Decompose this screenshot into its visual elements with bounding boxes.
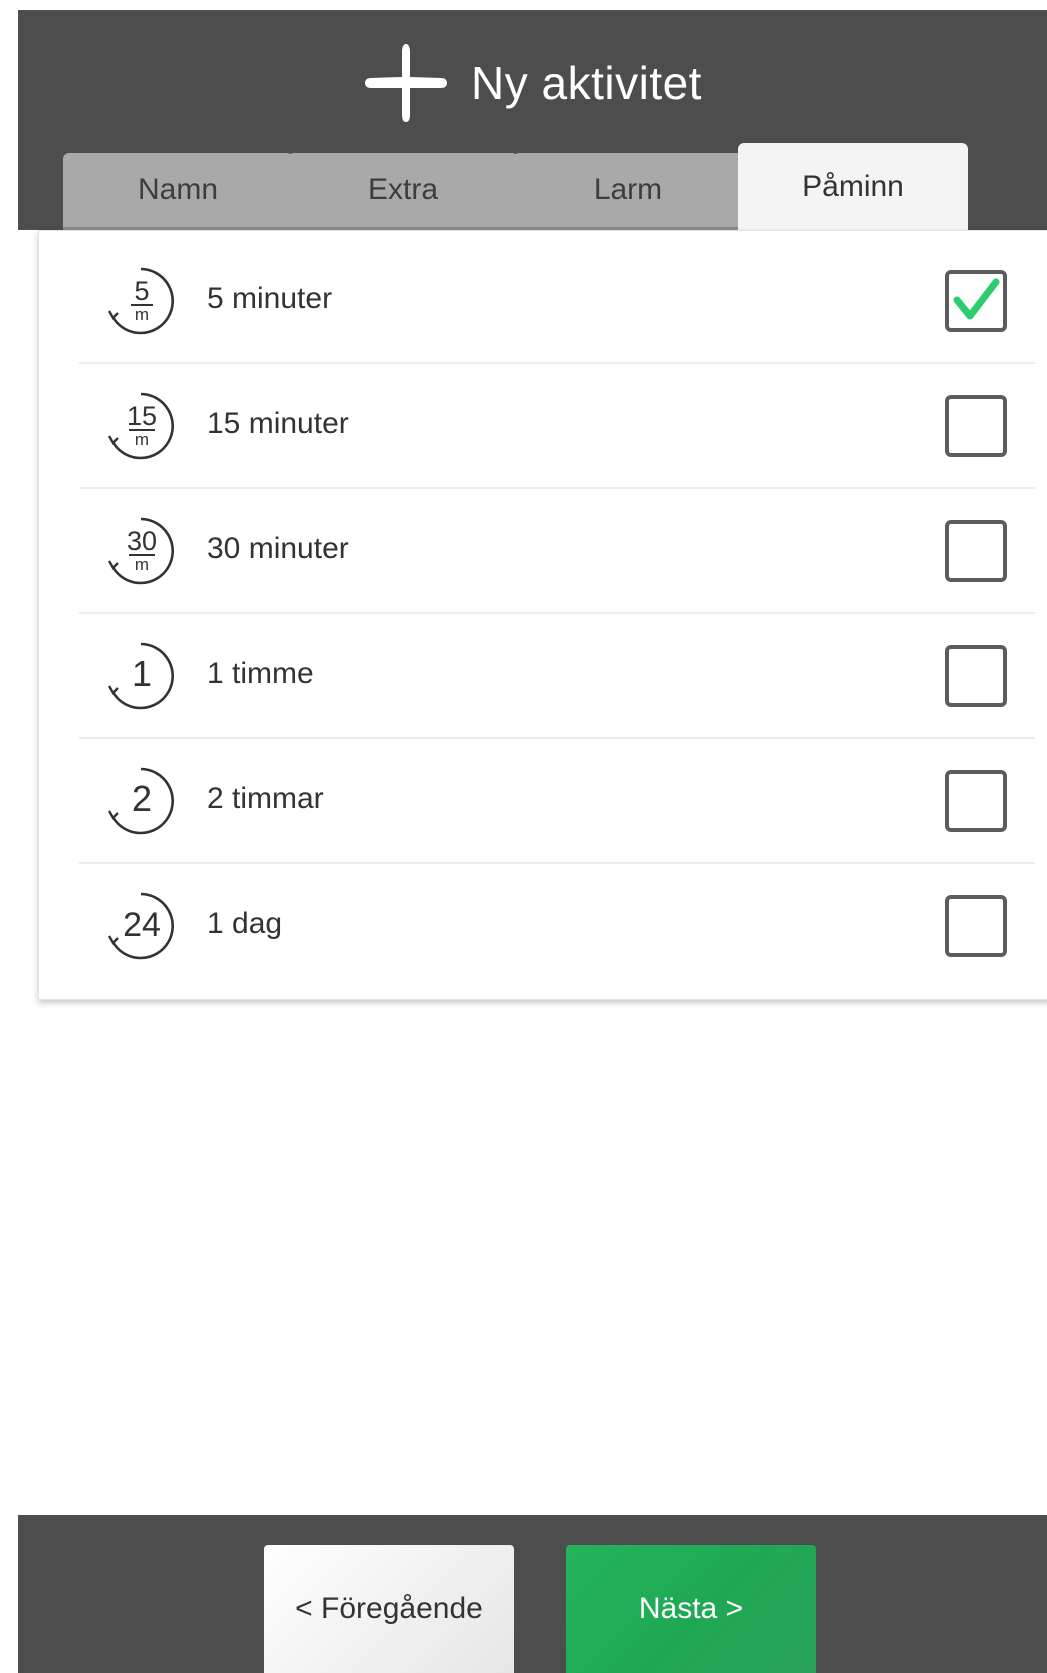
- tab-label: Namn: [137, 173, 219, 206]
- reminder-row-5-minutes[interactable]: 5 m 5 minuter: [79, 239, 1035, 364]
- reminder-5m-icon: 5 m: [107, 267, 175, 335]
- tab-label: Extra: [367, 173, 439, 206]
- reminder-label: 1 dag: [207, 907, 283, 940]
- reminder-label: 30 minuter: [207, 532, 349, 565]
- reminder-row-1-hour[interactable]: 1 1 timme: [79, 614, 1035, 739]
- reminder-checkbox-checked[interactable]: [945, 270, 1007, 332]
- reminder-label: 1 timme: [207, 657, 314, 690]
- reminder-row-1-day[interactable]: 24 1 dag: [79, 864, 1035, 989]
- reminder-card: 5 m 5 minuter 15 m 15 minuter 30 m 30 mi…: [38, 230, 1047, 1000]
- checkmark-icon: [953, 278, 1000, 320]
- header-bar: Ny aktivitet Namn Extra Larm Påminn: [18, 10, 1047, 230]
- next-button[interactable]: Nästa >: [566, 1545, 816, 1673]
- reminder-row-15-minutes[interactable]: 15 m 15 minuter: [79, 364, 1035, 489]
- reminder-checkbox[interactable]: [945, 645, 1007, 707]
- plus-icon: [365, 44, 448, 122]
- icon-number: 24: [123, 906, 161, 944]
- reminder-24h-icon: 24: [107, 892, 175, 960]
- app-window: Ny aktivitet Namn Extra Larm Påminn 5 m …: [18, 10, 1047, 1673]
- footer-bar: [18, 1515, 1047, 1673]
- tab-extra[interactable]: Extra: [288, 153, 518, 230]
- reminder-checkbox[interactable]: [945, 520, 1007, 582]
- reminder-checkbox[interactable]: [945, 895, 1007, 957]
- tab-label: Larm: [593, 173, 663, 206]
- reminder-30m-icon: 30 m: [107, 517, 175, 585]
- reminder-1h-icon: 1: [107, 642, 175, 710]
- reminder-label: 2 timmar: [207, 782, 324, 815]
- icon-unit: m: [135, 555, 149, 574]
- reminder-row-2-hours[interactable]: 2 2 timmar: [79, 739, 1035, 864]
- icon-number: 5: [134, 276, 149, 306]
- tab-paminn[interactable]: Påminn: [738, 143, 968, 230]
- icon-number: 30: [127, 526, 157, 556]
- previous-button-label: < Föregående: [295, 1592, 483, 1625]
- icon-number: 15: [127, 401, 157, 431]
- reminder-15m-icon: 15 m: [107, 392, 175, 460]
- next-button-label: Nästa >: [638, 1592, 744, 1625]
- reminder-label: 15 minuter: [207, 407, 349, 440]
- icon-unit: m: [135, 305, 149, 324]
- reminder-list: 5 m 5 minuter 15 m 15 minuter 30 m 30 mi…: [49, 239, 1047, 985]
- tab-larm[interactable]: Larm: [513, 153, 743, 230]
- icon-unit: m: [135, 430, 149, 449]
- reminder-checkbox[interactable]: [945, 395, 1007, 457]
- reminder-checkbox[interactable]: [945, 770, 1007, 832]
- tab-namn[interactable]: Namn: [63, 153, 293, 230]
- reminder-label: 5 minuter: [207, 282, 333, 315]
- reminder-row-30-minutes[interactable]: 30 m 30 minuter: [79, 489, 1035, 614]
- icon-number: 1: [132, 653, 152, 694]
- page-title: Ny aktivitet: [471, 57, 702, 109]
- reminder-2h-icon: 2: [107, 767, 175, 835]
- icon-number: 2: [132, 778, 152, 819]
- tab-label: Påminn: [802, 169, 904, 203]
- previous-button[interactable]: < Föregående: [264, 1545, 514, 1673]
- title-area: Ny aktivitet: [18, 38, 1047, 128]
